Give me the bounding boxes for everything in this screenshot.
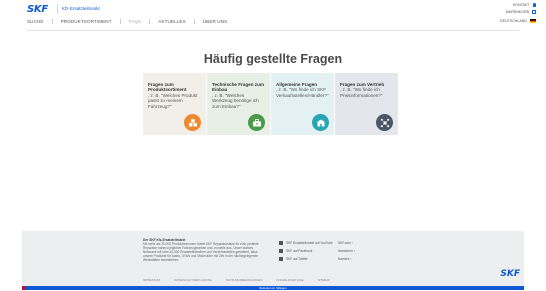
footer-links: SKF.com › Investoren › Karriere › — [338, 239, 355, 263]
footer: Der SKF Kfz-Ersatzteilmarkt Mit mehr als… — [22, 231, 524, 286]
contact-label: KONTAKT — [512, 3, 530, 7]
card-text: Technische Fragen zum Einbau , z. B. "We… — [212, 82, 265, 109]
footer-link-datenschutz[interactable]: DATENSCHUTZERKLÄRUNG — [174, 278, 212, 282]
social-label: SKF auf Facebook — [286, 249, 313, 253]
footer-bar: Bedeutet ein Stillegen — [22, 286, 524, 290]
footer-link-sitemap[interactable]: SITEMAP — [318, 278, 330, 282]
top-bar: SKF Kfz-Ersatzteilmarkt — [0, 0, 546, 16]
country-label: DEUTSCHLAND — [500, 19, 527, 23]
contact-link[interactable]: KONTAKT — [513, 3, 536, 7]
card-text: Fragen zum Produktsortiment , z. B. "Wel… — [148, 82, 201, 109]
twitter-icon — [279, 257, 283, 261]
footer-legal-links: IMPRESSUM DATENSCHUTZERKLÄRUNG NUTZUNGSB… — [143, 278, 330, 282]
toolbox-icon — [248, 114, 265, 131]
nav-item-faqs[interactable]: FAQS — [119, 19, 150, 24]
footer-link-investoren[interactable]: Investoren › — [338, 247, 355, 255]
social-label: SKF Ersatzteilmarkt auf YouTube — [286, 241, 333, 245]
nav-item-ueber-uns[interactable]: ÜBER UNS — [193, 19, 236, 24]
footer-link-karriere[interactable]: Karriere › — [338, 255, 355, 263]
faq-card-technik[interactable]: Technische Fragen zum Einbau , z. B. "We… — [207, 73, 270, 135]
skf-logo[interactable]: SKF — [27, 4, 48, 15]
footer-social: SKF Ersatzteilmarkt auf YouTube SKF auf … — [279, 239, 333, 263]
footer-link-nutzung[interactable]: NUTZUNGSBEDINGUNGEN — [226, 278, 262, 282]
footer-link-skf[interactable]: SKF.com › — [338, 239, 355, 247]
faq-cards: Fragen zum Produktsortiment , z. B. "Wel… — [143, 73, 398, 135]
nav-item-suche[interactable]: SUCHE — [27, 19, 52, 24]
cart-link[interactable]: WARENKORB — [506, 10, 536, 14]
person-icon — [532, 3, 536, 7]
store-icon — [312, 114, 329, 131]
cart-label: WARENKORB — [505, 10, 529, 14]
page-title: Häufig gestellte Fragen — [203, 52, 343, 66]
logo-divider — [57, 4, 58, 14]
nav-item-aktuelles[interactable]: AKTUELLES — [149, 19, 193, 24]
shopping-bag-icon — [532, 10, 536, 14]
card-body: , z. B. "Wo finde ich Preisinformationen… — [340, 87, 383, 98]
footer-link-impressum[interactable]: IMPRESSUM — [143, 278, 160, 282]
social-label: SKF auf Twitter — [286, 257, 308, 261]
footer-about-text: Mit mehr als 30.000 Produktnummern biete… — [143, 242, 259, 262]
footer-skf-logo[interactable]: SKF — [500, 269, 520, 279]
faq-card-produktsortiment[interactable]: Fragen zum Produktsortiment , z. B. "Wel… — [143, 73, 206, 135]
youtube-icon — [279, 241, 283, 245]
card-body: , z. B. "Welches Werkzeug benötige ich z… — [212, 92, 259, 109]
card-body: , z. B. "Wo finde ich SKF Verkaufsstelle… — [276, 87, 329, 98]
brand-subtitle: Kfz-Ersatzteilmarkt — [62, 6, 100, 11]
social-link-youtube[interactable]: SKF Ersatzteilmarkt auf YouTube — [279, 239, 333, 247]
network-icon — [376, 114, 393, 131]
german-flag-icon — [530, 19, 536, 23]
card-text: Allgemeine Fragen , z. B. "Wo finde ich … — [276, 82, 329, 98]
footer-link-cookies[interactable]: COOKIE-RICHTLINIE — [276, 278, 303, 282]
nav-item-produktsortiment[interactable]: PRODUKTSORTIMENT — [51, 19, 120, 24]
card-text: Fragen zum Vertrieb , z. B. "Wo finde ic… — [340, 82, 393, 98]
country-selector[interactable]: DEUTSCHLAND — [500, 19, 536, 23]
nav-divider — [27, 30, 519, 31]
faq-card-allgemein[interactable]: Allgemeine Fragen , z. B. "Wo finde ich … — [271, 73, 334, 135]
card-body: , z. B. "Welches Produkt passt zu meinem… — [148, 92, 198, 109]
social-link-twitter[interactable]: SKF auf Twitter — [279, 255, 333, 263]
footer-bar-text: Bedeutet ein Stillegen — [259, 286, 287, 291]
main-nav: SUCHE PRODUKTSORTIMENT FAQS AKTUELLES ÜB… — [27, 19, 235, 24]
facebook-icon — [279, 249, 283, 253]
boxes-icon — [184, 114, 201, 131]
card-heading: Fragen zum Produktsortiment — [148, 82, 187, 93]
faq-card-vertrieb[interactable]: Fragen zum Vertrieb , z. B. "Wo finde ic… — [335, 73, 398, 135]
card-heading: Technische Fragen zum Einbau — [212, 82, 264, 93]
social-link-facebook[interactable]: SKF auf Facebook — [279, 247, 333, 255]
footer-about: Der SKF Kfz-Ersatzteilmarkt Mit mehr als… — [143, 238, 263, 262]
